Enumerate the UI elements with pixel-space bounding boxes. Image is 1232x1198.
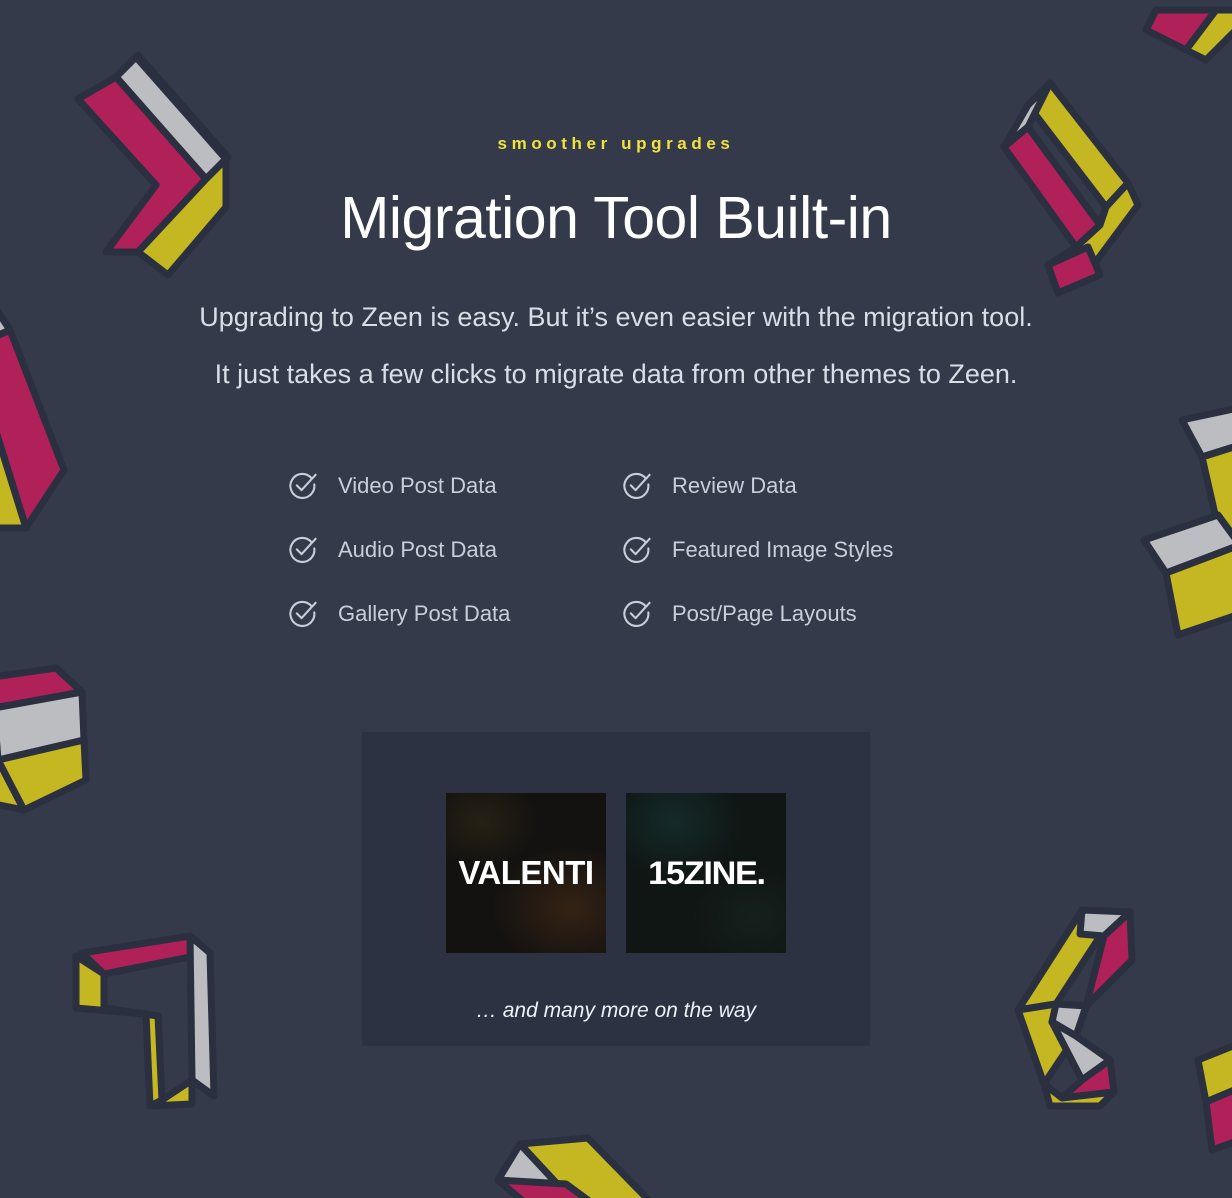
hero-description-line-1: Upgrading to Zeen is easy. But it’s even…	[199, 302, 1033, 332]
feature-label: Post/Page Layouts	[672, 601, 857, 626]
theme-logo-wordmark: 15ZINE.	[647, 854, 766, 891]
hero-eyebrow: smoother upgrades	[497, 134, 735, 153]
theme-logo-card-15zine[interactable]: 15ZINE.	[626, 793, 786, 953]
feature-label: Audio Post Data	[338, 537, 497, 562]
decor-chevron-bottom-right	[1000, 900, 1190, 1110]
decor-chevron-left-lower	[0, 660, 124, 840]
migration-sources-panel: VALENTI 15ZINE. … and many more on the w…	[362, 732, 870, 1046]
theme-logo-card-valenti[interactable]: VALENTI	[446, 793, 606, 953]
feature-item-gallery-post-data: Gallery Post Data	[286, 582, 620, 646]
feature-item-review-data: Review Data	[620, 454, 946, 518]
check-circle-icon	[620, 469, 654, 503]
page-title: Migration Tool Built-in	[340, 185, 892, 251]
decor-chevron-bottom-left	[62, 928, 252, 1118]
hero-content: smoother upgrades Migration Tool Built-i…	[0, 131, 1232, 646]
feature-label: Featured Image Styles	[672, 537, 894, 562]
feature-item-post-page-layouts: Post/Page Layouts	[620, 582, 946, 646]
feature-label: Video Post Data	[338, 473, 497, 498]
feature-item-video-post-data: Video Post Data	[286, 454, 620, 518]
hero-description-line-2: It just takes a few clicks to migrate da…	[214, 359, 1018, 389]
decor-chevron-bottom-center	[468, 1124, 728, 1198]
feature-label: Gallery Post Data	[338, 601, 511, 626]
feature-label: Review Data	[672, 473, 797, 498]
check-circle-icon	[620, 597, 654, 631]
slide-canvas: smoother upgrades Migration Tool Built-i…	[0, 0, 1232, 1198]
hero-description: Upgrading to Zeen is easy. But it’s even…	[0, 289, 1232, 403]
check-circle-icon	[286, 597, 320, 631]
theme-logo-row: VALENTI 15ZINE.	[362, 793, 870, 953]
check-circle-icon	[286, 533, 320, 567]
check-circle-icon	[286, 469, 320, 503]
check-circle-icon	[620, 533, 654, 567]
feature-item-featured-image-styles: Featured Image Styles	[620, 518, 946, 582]
feature-list: Video Post Data Review Data Audio Post D…	[286, 454, 946, 646]
decor-chevron-right-upper	[1142, 6, 1232, 130]
theme-logo-wordmark: VALENTI	[458, 854, 594, 891]
panel-caption: … and many more on the way	[475, 999, 757, 1022]
decor-chevron-right-bottom	[1188, 1040, 1232, 1160]
feature-item-audio-post-data: Audio Post Data	[286, 518, 620, 582]
